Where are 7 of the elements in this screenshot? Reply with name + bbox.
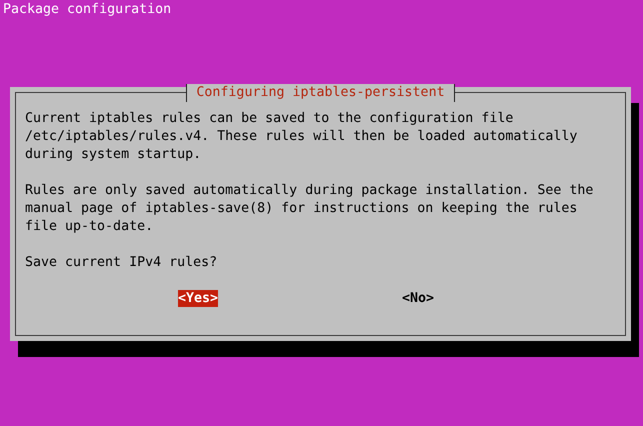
message-text: Rules are only saved automatically during package installation. See the manual page of iptables-save(8) for instructions on keeping the rules file up-to-date. xyxy=(25,182,594,236)
dialog-button[interactable]: <Yes> xyxy=(178,290,218,307)
screen-title: Package configuration xyxy=(3,2,172,17)
message-text: Current iptables rules can be saved to the configuration file /etc/iptables/rules.v4. These rules will then be loaded automatically during system startup. xyxy=(25,110,578,164)
dialog-title: Configuring iptables-persistent xyxy=(186,84,455,102)
message-text: Save current IPv4 rules? xyxy=(25,254,218,272)
dialog-button[interactable]: <No> xyxy=(402,290,434,307)
